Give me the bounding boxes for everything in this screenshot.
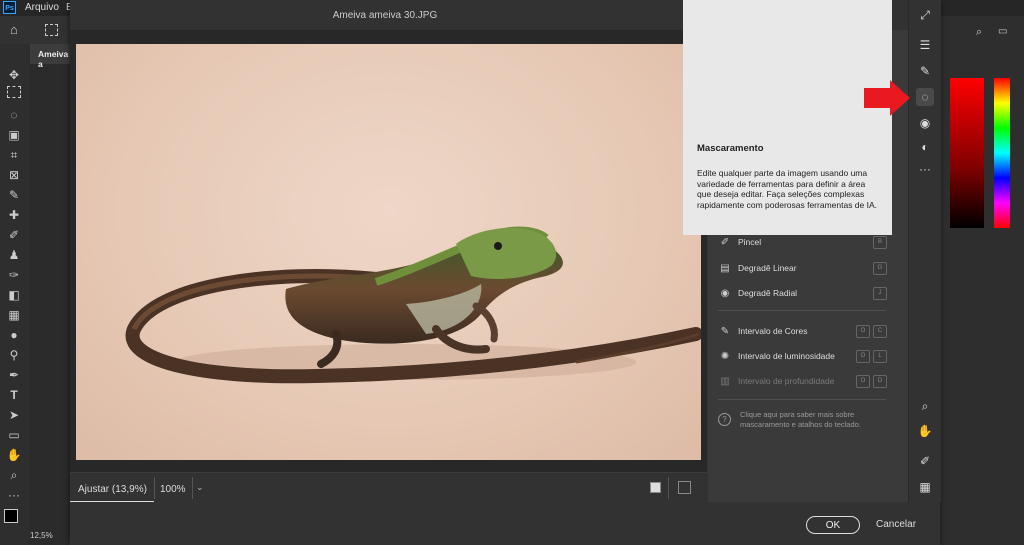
left-toolbar: ✥ ◌ ▣ ⌗ ⊠ ✎ ✚ ✐ ♟ ✑ ◧ ▦ ● ⚲ ✒ T ➤ ▭ ✋ ⌕ … [0, 44, 29, 545]
marquee-tool-icon[interactable] [7, 86, 21, 98]
frame-tool-icon[interactable]: ⊠ [5, 166, 23, 184]
mask-item-brush[interactable]: ✐ Pincel [718, 234, 761, 250]
help-link[interactable]: Clique aqui para saber mais sobre mascar… [740, 410, 890, 430]
linear-gradient-icon: ▤ [720, 262, 730, 274]
dodge-tool-icon[interactable]: ⚲ [5, 346, 23, 364]
toggle-view-icon[interactable] [650, 482, 661, 493]
dialog-footer: OK Cancelar [70, 502, 940, 545]
chevron-down-icon[interactable]: ⌄ [196, 482, 204, 493]
radial-gradient-icon: ◉ [720, 287, 730, 299]
mask-item-radial-gradient[interactable]: ◉ Degradê Radial [718, 285, 797, 301]
status-zoom: 12,5% [30, 531, 53, 540]
document-tab[interactable]: Ameiva a [30, 44, 75, 69]
brush-icon: ✐ [720, 236, 730, 248]
shortcut-key: J [873, 287, 887, 300]
color-picker-field[interactable] [950, 78, 984, 228]
red-eye-icon[interactable]: ◉ [916, 114, 934, 132]
photoshop-logo: Ps [3, 1, 16, 14]
stamp-tool-icon[interactable]: ♟ [5, 246, 23, 264]
lizard-image [125, 226, 701, 384]
mask-item-linear-gradient[interactable]: ▤ Degradê Linear [718, 260, 797, 276]
masking-tooltip: Mascaramento Edite qualquer parte da ima… [683, 0, 892, 235]
hand-tool-icon[interactable]: ✋ [5, 446, 23, 464]
dialog-title: Ameiva ameiva 30.JPG [332, 10, 438, 21]
divider [192, 477, 193, 499]
mask-item-label: Degradê Radial [738, 288, 798, 298]
shortcut-key: O [856, 375, 870, 388]
eyedropper-tool-icon[interactable]: ✎ [5, 186, 23, 204]
mask-item-label: Intervalo de profundidade [738, 376, 835, 386]
adjust-sliders-icon[interactable]: ☰ [916, 36, 934, 54]
divider [718, 310, 886, 311]
move-tool-icon[interactable]: ✥ [5, 66, 23, 84]
masking-icon[interactable]: ◌ [916, 88, 934, 106]
shortcut-key: O [856, 350, 870, 363]
tooltip-body: Edite qualquer parte da imagem usando um… [697, 168, 878, 210]
hand-icon[interactable]: ✋ [916, 422, 934, 440]
before-after-icon[interactable] [678, 481, 691, 494]
color-range-icon: ✎ [720, 325, 730, 337]
color-sampler-icon[interactable]: ✐ [916, 452, 934, 470]
gradient-tool-icon[interactable]: ▦ [5, 306, 23, 324]
cancel-button[interactable]: Cancelar [876, 519, 916, 530]
shortcut-key: C [873, 325, 887, 338]
zoom-icon[interactable]: ⌕ [916, 397, 934, 415]
ok-button[interactable]: OK [806, 516, 860, 534]
brush-tool-icon[interactable]: ✐ [5, 226, 23, 244]
depth-range-icon: ▥ [720, 375, 730, 387]
red-arrow-icon [864, 80, 910, 116]
tool-strip: ⤢ ☰ ✎ ◌ ◉ ◐ ··· ⌕ ✋ ✐ ▦ [908, 0, 941, 502]
preview-area[interactable] [70, 30, 707, 472]
type-tool-icon[interactable]: T [5, 386, 23, 404]
menu-arquivo[interactable]: Arquivo [25, 2, 59, 13]
fit-zoom-button[interactable]: Ajustar (13,9%) [78, 484, 147, 495]
more-icon[interactable]: ··· [916, 160, 934, 178]
divider [718, 399, 886, 400]
rectangle-tool-icon[interactable]: ▭ [5, 426, 23, 444]
mask-item-depth-range: ▥ Intervalo de profundidade [718, 373, 834, 389]
mask-item-color-range[interactable]: ✎ Intervalo de Cores [718, 323, 808, 339]
divider [668, 477, 669, 499]
mask-item-label: Pincel [738, 237, 762, 247]
healing-icon[interactable]: ✎ [916, 62, 934, 80]
blur-tool-icon[interactable]: ● [5, 326, 23, 344]
lizard-photo[interactable] [76, 44, 701, 460]
divider [154, 477, 155, 499]
object-select-tool-icon[interactable]: ▣ [5, 126, 23, 144]
mask-item-luminance-range[interactable]: ✺ Intervalo de luminosidade [718, 348, 835, 364]
marquee-icon[interactable] [45, 24, 58, 36]
shortcut-key: G [873, 262, 887, 275]
mask-item-label: Intervalo de luminosidade [738, 351, 835, 361]
healing-tool-icon[interactable]: ✚ [5, 206, 23, 224]
presets-icon[interactable]: ◐ [916, 138, 934, 156]
expand-icon[interactable]: ⤢ [916, 6, 934, 24]
mask-item-label: Degradê Linear [738, 263, 797, 273]
hue-slider[interactable] [994, 78, 1010, 228]
home-icon[interactable]: ⌂ [10, 22, 18, 37]
shortcut-key: B [873, 236, 887, 249]
tooltip-title: Mascaramento [697, 143, 764, 154]
crop-tool-icon[interactable]: ⌗ [5, 146, 23, 164]
shortcut-key: D [873, 375, 887, 388]
search-icon[interactable]: ⌕ [976, 26, 982, 39]
zoom-tool-icon[interactable]: ⌕ [5, 466, 23, 484]
grid-icon[interactable]: ▦ [916, 478, 934, 496]
more-tools-icon[interactable]: ··· [5, 486, 23, 504]
history-brush-tool-icon[interactable]: ✑ [5, 266, 23, 284]
shortcut-key: O [856, 325, 870, 338]
zoom-100-button[interactable]: 100% [160, 484, 186, 495]
luminance-range-icon: ✺ [720, 350, 730, 362]
help-icon[interactable]: ? [718, 413, 731, 426]
preview-bottom-bar: Ajustar (13,9%) 100% ⌄ [70, 472, 707, 503]
workspace-icon[interactable]: ▭ [998, 26, 1007, 37]
eraser-tool-icon[interactable]: ◧ [5, 286, 23, 304]
path-select-tool-icon[interactable]: ➤ [5, 406, 23, 424]
shortcut-key: L [873, 350, 887, 363]
lasso-tool-icon[interactable]: ◌ [5, 106, 23, 124]
foreground-color-swatch[interactable] [4, 509, 18, 523]
pen-tool-icon[interactable]: ✒ [5, 366, 23, 384]
mask-item-label: Intervalo de Cores [738, 326, 808, 336]
